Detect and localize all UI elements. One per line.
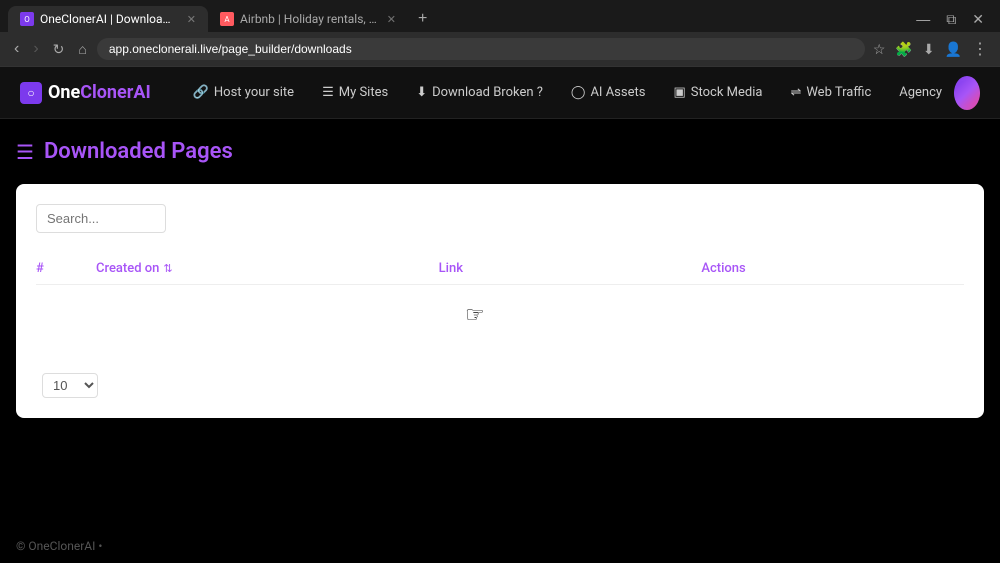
tab-favicon-airbnb: A: [220, 12, 234, 26]
extensions-button[interactable]: 🧩: [893, 39, 914, 60]
download-icon: ⬇: [416, 85, 427, 100]
column-hash: #: [36, 261, 96, 276]
link-icon: 🔗: [193, 85, 209, 100]
tab-favicon-onecloner: O: [20, 12, 34, 26]
maximize-button[interactable]: ⧉: [938, 9, 964, 30]
logo-icon: ○: [20, 82, 42, 104]
logo[interactable]: ○ OneClonerAI: [20, 82, 151, 104]
tab-airbnb[interactable]: A Airbnb | Holiday rentals, cabin... ✕: [208, 6, 408, 32]
new-tab-button[interactable]: +: [408, 8, 437, 30]
column-spacer: [359, 261, 439, 276]
circle-icon: ◯: [571, 85, 586, 100]
nav-link-download-broken[interactable]: ⬇ Download Broken ?: [404, 79, 555, 106]
avatar-image: [954, 76, 980, 110]
menu-button[interactable]: ⋮: [970, 37, 990, 61]
nav-link-label: My Sites: [339, 85, 388, 100]
tab-close-onecloner[interactable]: ✕: [187, 13, 196, 26]
table-card: # Created on ⇅ Link Actions 10 25 50 10: [16, 184, 984, 418]
nav-link-label: Agency: [899, 85, 942, 100]
nav-links: 🔗 Host your site ☰ My Sites ⬇ Download B…: [181, 79, 954, 106]
download-indicator[interactable]: ⬇: [921, 39, 937, 60]
nav-link-label: Host your site: [214, 85, 294, 100]
table-body: [36, 297, 964, 357]
traffic-icon: ⇌: [790, 85, 801, 100]
profile-button[interactable]: 👤: [943, 39, 964, 60]
tab-close-airbnb[interactable]: ✕: [387, 13, 396, 26]
menu-icon: ☰: [322, 85, 334, 100]
pagination-row: 10 25 50 100: [36, 373, 964, 398]
sort-icon-created-on: ⇅: [163, 262, 172, 275]
page-title-section: ☰ Downloaded Pages: [16, 139, 984, 164]
footer-text: © OneClonerAI •: [16, 539, 102, 553]
minimize-button[interactable]: —: [908, 9, 938, 29]
search-input[interactable]: [36, 204, 166, 233]
nav-link-label: AI Assets: [590, 85, 645, 100]
close-button[interactable]: ✕: [964, 9, 992, 30]
forward-button[interactable]: ›: [29, 38, 42, 60]
grid-icon: ▣: [673, 85, 685, 100]
page-title: Downloaded Pages: [44, 139, 233, 164]
bookmark-button[interactable]: ☆: [871, 39, 888, 60]
page-content: ☰ Downloaded Pages # Created on ⇅ Link A…: [0, 119, 1000, 438]
nav-link-web-traffic[interactable]: ⇌ Web Traffic: [778, 79, 883, 106]
tab-label-onecloner: OneClonerAI | Downloaded Pa...: [40, 12, 177, 26]
page-title-icon: ☰: [16, 140, 34, 164]
nav-link-label: Download Broken ?: [432, 85, 543, 100]
column-created-on[interactable]: Created on ⇅: [96, 261, 359, 276]
column-link: Link: [439, 261, 702, 276]
nav-link-label: Stock Media: [691, 85, 763, 100]
address-bar-input[interactable]: [97, 38, 865, 60]
nav-link-agency[interactable]: Agency: [887, 79, 954, 106]
user-avatar[interactable]: [954, 76, 980, 110]
per-page-select[interactable]: 10 25 50 100: [42, 373, 98, 398]
reload-button[interactable]: ↻: [49, 39, 69, 60]
home-button[interactable]: ⌂: [74, 39, 90, 59]
nav-link-host-your-site[interactable]: 🔗 Host your site: [181, 79, 306, 106]
logo-text: OneClonerAI: [48, 82, 151, 103]
tab-label-airbnb: Airbnb | Holiday rentals, cabin...: [240, 12, 377, 26]
tab-onecloner[interactable]: O OneClonerAI | Downloaded Pa... ✕: [8, 6, 208, 32]
column-actions: Actions: [701, 261, 964, 276]
nav-link-ai-assets[interactable]: ◯ AI Assets: [559, 79, 658, 106]
nav-link-label: Web Traffic: [806, 85, 871, 100]
table-header: # Created on ⇅ Link Actions: [36, 253, 964, 285]
nav-link-stock-media[interactable]: ▣ Stock Media: [661, 79, 774, 106]
page-footer: © OneClonerAI •: [0, 529, 1000, 563]
nav-link-my-sites[interactable]: ☰ My Sites: [310, 79, 400, 106]
app-navbar: ○ OneClonerAI 🔗 Host your site ☰ My Site…: [0, 67, 1000, 119]
back-button[interactable]: ‹: [10, 38, 23, 60]
